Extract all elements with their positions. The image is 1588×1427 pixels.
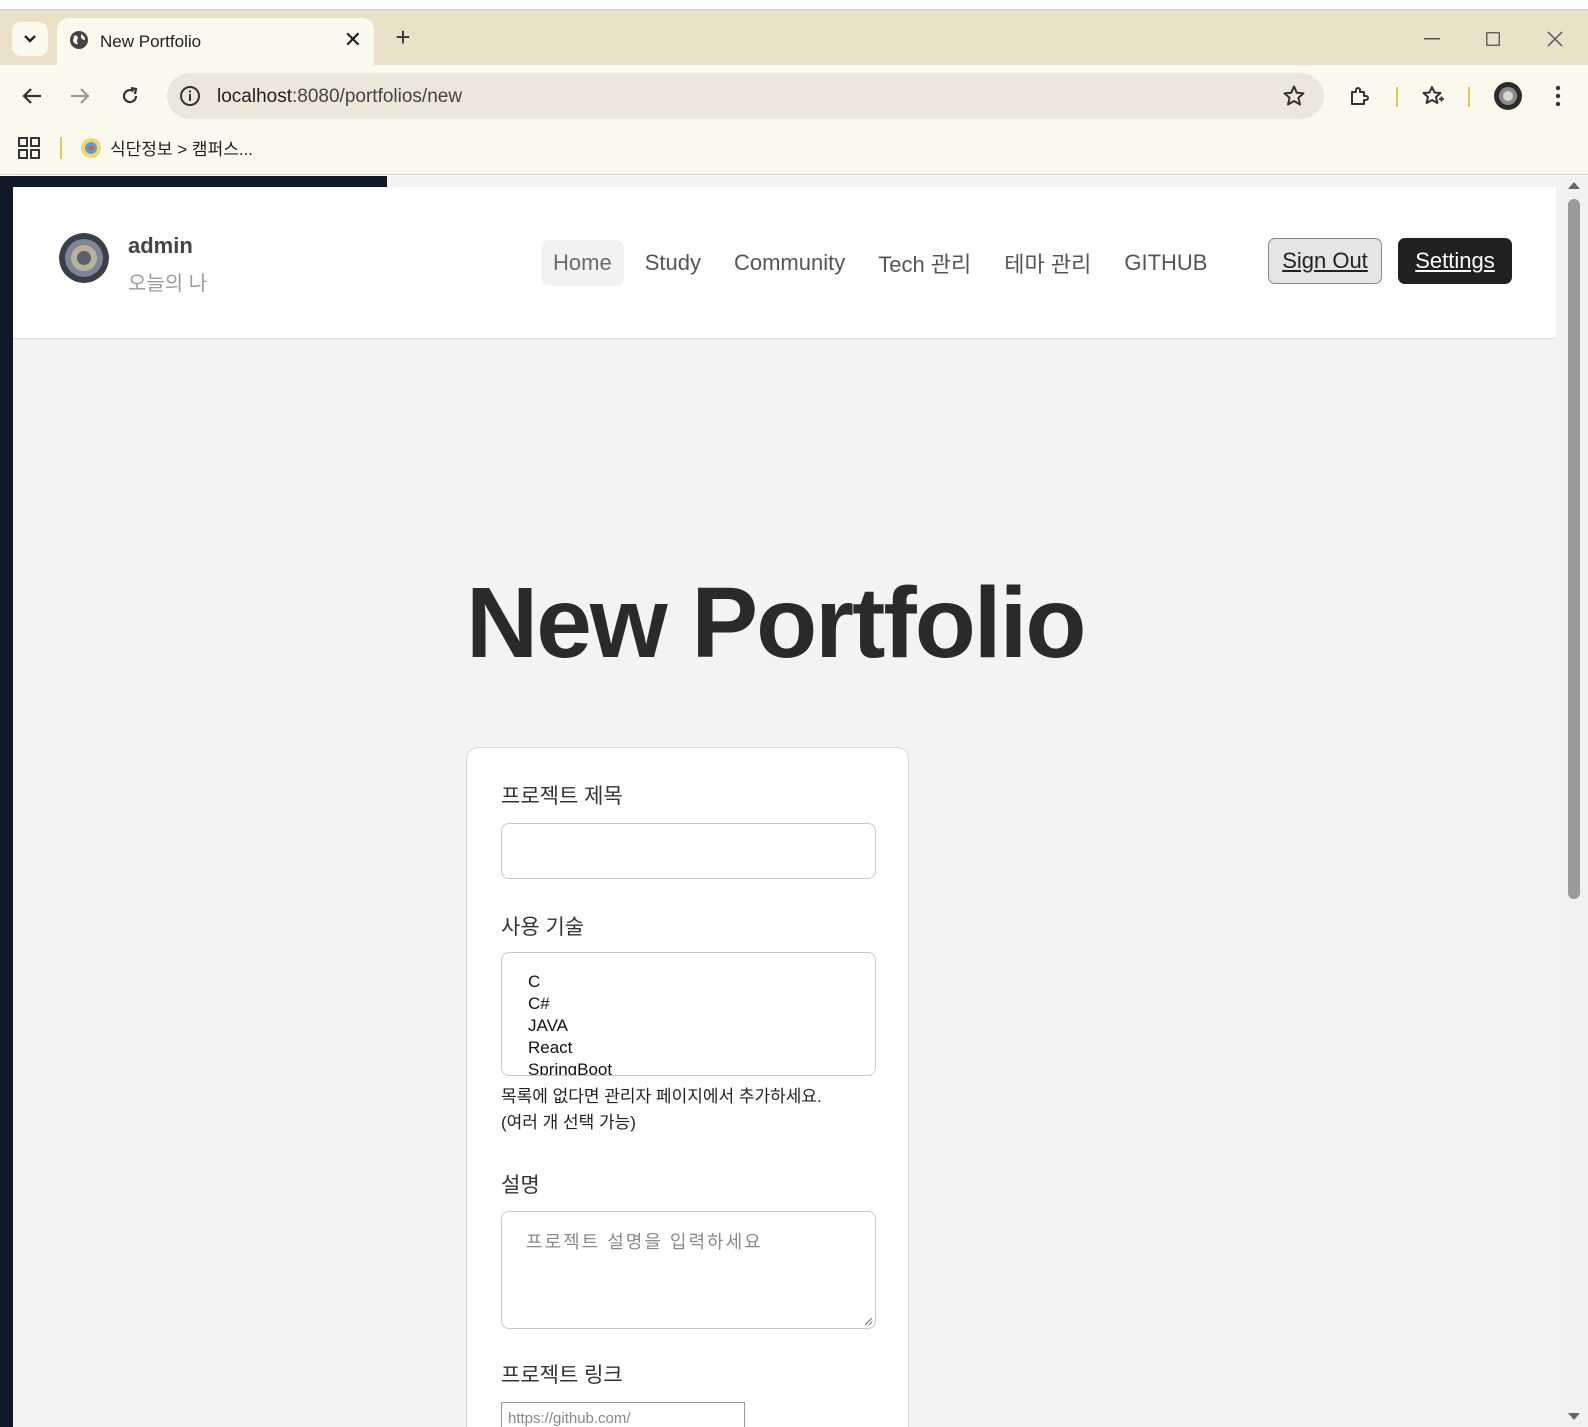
url-host: localhost [217,86,292,107]
site-header: admin 오늘의 나 Home Study Community Tech 관리… [13,187,1556,339]
scrollbar-thumb[interactable] [1568,199,1580,899]
description-textarea[interactable]: 프로젝트 설명을 입력하세요 [501,1211,876,1329]
chevron-down-icon [24,35,36,43]
minimize-icon [1424,38,1440,40]
bookmark-item[interactable]: 식단정보 > 캠퍼스... [80,135,253,160]
page-viewport: admin 오늘의 나 Home Study Community Tech 관리… [0,176,1588,1427]
tech-option[interactable]: C [528,971,875,993]
url-text: localhost:8080/portfolios/new [217,86,462,108]
address-bar[interactable]: localhost:8080/portfolios/new [167,73,1324,119]
brand-name[interactable]: admin [128,233,193,259]
browser-toolbar: localhost:8080/portfolios/new [0,65,1588,125]
description-placeholder: 프로젝트 설명을 입력하세요 [526,1232,763,1252]
toolbar-separator [1468,87,1470,107]
apps-grid-icon[interactable] [18,137,40,159]
scroll-up-arrow-icon[interactable] [1568,182,1580,189]
bookmarks-bar: 식단정보 > 캠퍼스... [0,125,1588,175]
sign-out-button[interactable]: Sign Out [1268,238,1382,284]
project-link-input[interactable]: https://github.com/ [501,1402,745,1427]
tech-stack-label: 사용 기술 [501,916,585,939]
arrow-right-icon [71,88,90,104]
left-accent-bar [0,176,13,1427]
nav-study[interactable]: Study [633,240,713,286]
minimize-button[interactable] [1412,24,1452,54]
bookmarks-separator [60,137,62,159]
tab-search-button[interactable] [12,22,48,56]
bookmark-label: 식단정보 > 캠퍼스... [110,140,254,159]
resize-handle-icon[interactable] [863,1316,873,1326]
tech-option[interactable]: JAVA [528,1015,875,1037]
main-nav: Home Study Community Tech 관리 테마 관리 GITHU… [541,237,1228,289]
brand-avatar[interactable] [59,233,109,283]
browser-menu-button[interactable] [1540,78,1576,114]
nav-community[interactable]: Community [722,240,857,286]
globe-icon [70,31,88,49]
project-link-placeholder: https://github.com/ [508,1410,631,1427]
portfolio-form: 프로젝트 제목 사용 기술 C C# JAVA React SpringBoot… [466,747,909,1427]
forward-button[interactable] [62,78,98,114]
arrow-left-icon [22,88,41,104]
site-info-icon[interactable] [179,85,201,107]
favorites-button[interactable] [1415,78,1451,114]
window-top-edge [0,0,1588,10]
reload-icon [122,86,138,104]
tech-help-line: (여러 개 선택 가능) [501,1113,636,1132]
project-title-input[interactable] [501,823,876,879]
back-button[interactable] [14,78,50,114]
maximize-button[interactable] [1473,24,1513,54]
reload-button[interactable] [112,78,148,114]
tech-stack-select[interactable]: C C# JAVA React SpringBoot [501,952,876,1076]
favorites-star-icon [1422,86,1444,104]
settings-button[interactable]: Settings [1398,238,1512,284]
more-vertical-icon [1555,85,1561,107]
close-icon [1547,31,1563,47]
brand-logo-icon [59,233,109,283]
tab-title: New Portfolio [100,32,202,51]
puzzle-icon [1351,87,1369,105]
profile-avatar-icon [1494,82,1522,110]
url-path: :8080/portfolios/new [292,86,463,107]
tech-option[interactable]: SpringBoot [528,1059,875,1075]
close-window-button[interactable] [1535,24,1575,54]
nav-github[interactable]: GITHUB [1112,240,1219,286]
page-scrollbar[interactable] [1560,176,1588,1427]
bookmark-star-icon[interactable] [1282,84,1306,108]
maximize-icon [1486,32,1500,46]
nav-tech-admin[interactable]: Tech 관리 [866,237,983,289]
nav-home[interactable]: Home [541,240,624,286]
tech-option[interactable]: React [528,1037,875,1059]
page-progress-bar [0,176,387,187]
description-label: 설명 [501,1174,540,1197]
toolbar-separator [1396,87,1398,107]
tech-help-line: 목록에 없다면 관리자 페이지에서 추가하세요. [501,1087,822,1106]
extensions-button[interactable] [1342,78,1378,114]
tech-stack-help: 목록에 없다면 관리자 페이지에서 추가하세요. (여러 개 선택 가능) [501,1084,822,1136]
new-tab-button[interactable]: + [387,22,419,54]
page-title: New Portfolio [466,567,1086,679]
scroll-down-arrow-icon[interactable] [1568,1413,1580,1420]
tab-strip: New Portfolio ✕ + [0,10,1588,65]
bookmark-favicon-icon [81,137,101,158]
project-title-label: 프로젝트 제목 [501,785,623,808]
profile-button[interactable] [1490,78,1526,114]
brand-subtitle: 오늘의 나 [128,273,208,295]
tab-active[interactable]: New Portfolio ✕ [57,18,374,65]
nav-theme-admin[interactable]: 테마 관리 [992,237,1103,289]
tech-option[interactable]: C# [528,993,875,1015]
close-tab-icon[interactable]: ✕ [344,28,362,52]
project-link-label: 프로젝트 링크 [501,1364,623,1387]
